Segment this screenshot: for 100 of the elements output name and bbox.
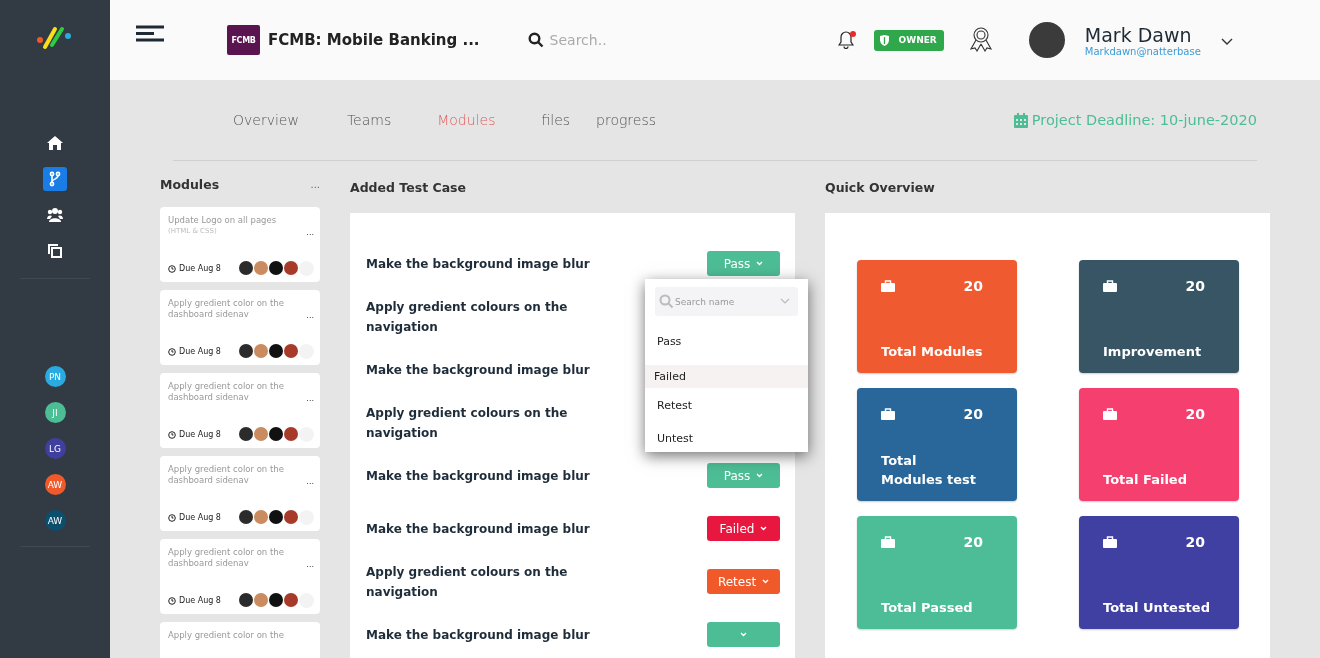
- chevron-down-icon: [760, 526, 768, 531]
- test-case-name: Apply gredient colours on the navigation: [366, 298, 569, 336]
- briefcase-icon: [1103, 536, 1117, 548]
- nav-tab[interactable]: Teams: [346, 112, 392, 128]
- more-menu[interactable]: ...: [310, 178, 320, 190]
- module-title: Apply gredient color on the dashboard sidenav: [168, 547, 284, 568]
- user-avatar[interactable]: [1028, 22, 1065, 58]
- assignee-avatar: [239, 593, 253, 607]
- project-deadline: Project Deadline: 10-june-2020: [1031, 112, 1257, 128]
- status-option[interactable]: Pass: [645, 330, 808, 353]
- sidebar-nav-item[interactable]: [43, 167, 67, 191]
- nav-tab[interactable]: progress: [596, 112, 656, 128]
- more-menu[interactable]: ...: [306, 394, 314, 403]
- stat-count: 20: [963, 278, 983, 294]
- users-icon: [47, 207, 63, 223]
- stat-label: Total Failed: [1103, 471, 1188, 489]
- project-logo: FCMB: [227, 25, 260, 55]
- assignee-avatar: [269, 344, 283, 358]
- more-menu[interactable]: ...: [306, 477, 314, 486]
- module-title: Apply gredient color on the: [168, 630, 284, 640]
- stat-count: 20: [963, 534, 983, 550]
- chevron-down-icon: [762, 579, 770, 584]
- user-email: Markdawn@natterbase: [1084, 45, 1201, 57]
- due-date: Due Aug 8: [179, 513, 221, 522]
- menu-icon: [135, 24, 164, 42]
- chevron-down-icon: [740, 632, 747, 637]
- module-card[interactable]: Apply gredient color on the dashboard sidenav ... Due Aug 8: [160, 373, 320, 448]
- test-case-name: Make the background image blur: [366, 520, 591, 538]
- due-date: Due Aug 8: [179, 264, 221, 273]
- briefcase-icon: [1103, 408, 1117, 420]
- assignee-avatar: [269, 261, 283, 275]
- stat-count: 20: [1185, 278, 1205, 294]
- assignee-avatar: [239, 344, 253, 358]
- test-case-name: Make the background image blur: [366, 255, 591, 273]
- briefcase-icon: [1103, 280, 1117, 292]
- member-avatar[interactable]: LG: [44, 438, 66, 459]
- assignee-avatar: [254, 344, 268, 358]
- assignee-avatar: [269, 510, 283, 524]
- module-title: Apply gredient color on the dashboard sidenav: [168, 464, 284, 485]
- clock-icon: [168, 430, 176, 439]
- assignee-avatar: [239, 427, 253, 441]
- clock-icon: [168, 596, 176, 605]
- award-icon: [967, 24, 994, 52]
- nav-tab[interactable]: Overview: [233, 112, 299, 128]
- role-badge: OWNER: [873, 29, 944, 51]
- copy-icon: [47, 243, 63, 259]
- clock-icon: [168, 513, 176, 522]
- more-menu[interactable]: ...: [306, 228, 314, 237]
- assignee-avatar: [284, 593, 298, 607]
- module-card[interactable]: Apply gredient color on the dashboard sidenav ... Due Aug 8: [160, 456, 320, 531]
- stat-label: Total Untested: [1103, 599, 1211, 617]
- due-date: Due Aug 8: [179, 430, 221, 439]
- column-title: Added Test Case: [350, 178, 467, 197]
- search-field[interactable]: Search name: [655, 287, 798, 316]
- module-title: Update Logo on all pages: [168, 215, 277, 225]
- briefcase-icon: [881, 536, 895, 548]
- stat-count: 20: [1185, 406, 1205, 422]
- module-title: Apply gredient color on the dashboard sidenav: [168, 298, 284, 319]
- test-case-name: Apply gredient colours on the navigation: [366, 563, 569, 601]
- assignee-avatar: [284, 344, 298, 358]
- module-card[interactable]: Apply gredient color on the dashboard sidenav ... Due Aug 8: [160, 290, 320, 365]
- chevron-down-icon: [756, 473, 764, 478]
- nav-tab[interactable]: files: [541, 112, 571, 128]
- user-name: Mark Dawn: [1084, 23, 1193, 46]
- member-avatar[interactable]: AW: [44, 510, 66, 531]
- test-case-name: Make the background image blur: [366, 626, 591, 644]
- calendar-icon: [1013, 112, 1028, 128]
- assignee-avatar: [254, 593, 268, 607]
- assignee-avatar: [284, 510, 298, 524]
- chevron-down-icon: [780, 298, 790, 304]
- chevron-down-icon: [1220, 37, 1233, 46]
- assignee-avatar: [269, 427, 283, 441]
- module-card[interactable]: Apply gredient color on the dashboard sidenav ... Due Aug 8: [160, 539, 320, 614]
- status-option[interactable]: Failed: [645, 365, 808, 388]
- assignee-avatar: [284, 261, 298, 275]
- stat-label: Total Modules: [881, 343, 984, 361]
- assignee-avatar: [254, 510, 268, 524]
- assignee-avatar: [239, 261, 253, 275]
- stat-count: 20: [1185, 534, 1205, 550]
- assignee-avatar: [269, 593, 283, 607]
- status-option[interactable]: Retest: [645, 394, 808, 417]
- chevron-down-icon: [756, 261, 764, 266]
- status-dropdown[interactable]: Failed: [707, 516, 780, 541]
- more-menu[interactable]: ...: [306, 311, 314, 320]
- column-title: Modules: [160, 176, 220, 192]
- stat-label: Improvement: [1103, 343, 1203, 361]
- more-menu[interactable]: ...: [306, 560, 314, 569]
- module-title: Apply gredient color on the dashboard sidenav: [168, 381, 284, 402]
- assignee-avatar: [284, 427, 298, 441]
- test-case-name: Make the background image blur: [366, 361, 591, 379]
- test-case-name: Make the background image blur: [366, 467, 591, 485]
- test-case-name: Apply gredient colours on the navigation: [366, 404, 569, 442]
- project-title: FCMB: Mobile Banking ...: [268, 31, 480, 49]
- assignee-avatar: [254, 261, 268, 275]
- branch-icon: [47, 171, 63, 187]
- search-field[interactable]: Search..: [549, 32, 700, 48]
- column-title: Quick Overview: [825, 178, 936, 197]
- status-option[interactable]: Untest: [645, 427, 808, 450]
- clock-icon: [168, 347, 176, 356]
- stat-label: Total Modules test: [881, 452, 977, 489]
